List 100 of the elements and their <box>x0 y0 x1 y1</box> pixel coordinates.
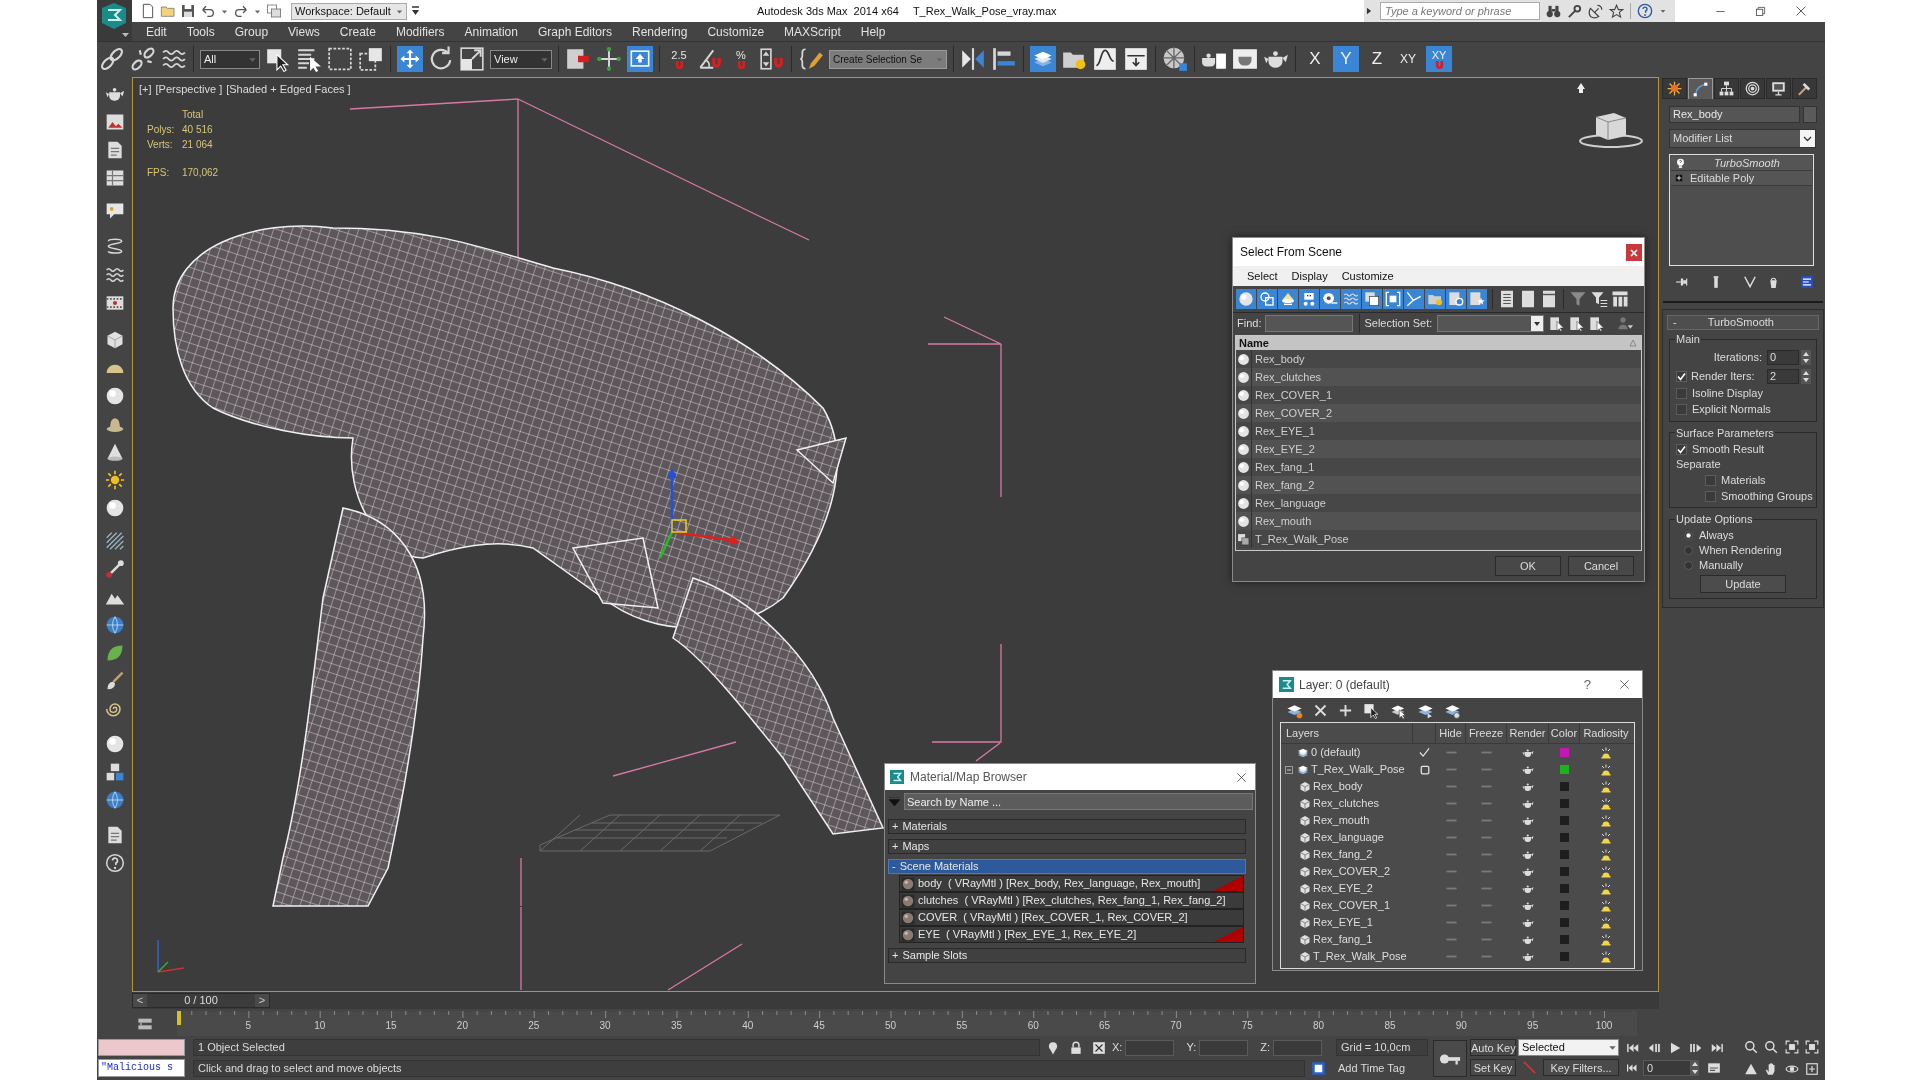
striped-sphere-icon[interactable] <box>1162 46 1188 72</box>
close-icon[interactable] <box>1794 5 1807 17</box>
mirror-icon[interactable] <box>960 46 986 72</box>
magnifier-icon[interactable] <box>1744 1040 1758 1054</box>
broken-link-icon[interactable] <box>130 46 156 72</box>
caret-icon[interactable] <box>1659 7 1667 15</box>
menu-caret-icon[interactable] <box>411 5 420 17</box>
stack-item[interactable]: TurboSmooth <box>1671 156 1812 171</box>
rollout-header[interactable]: - TurboSmooth <box>1667 315 1819 330</box>
color-swatch-icon[interactable] <box>1560 867 1569 876</box>
checkbox[interactable] <box>1676 443 1687 455</box>
overlapping-pages-icon[interactable] <box>266 3 282 19</box>
hatched-icon[interactable] <box>104 531 125 551</box>
spinner-arrows-icon[interactable] <box>1801 349 1811 365</box>
layer-row[interactable]: Rex_EYE_1 <box>1281 914 1634 931</box>
globe-icon[interactable] <box>104 615 125 635</box>
rotate-icon[interactable] <box>428 46 454 72</box>
teapot-icon[interactable] <box>1522 899 1534 912</box>
axis-constraint-button[interactable]: XY <box>1395 46 1421 72</box>
corners-icon[interactable] <box>1784 1040 1799 1054</box>
satellite-icon[interactable] <box>1588 3 1603 19</box>
spinner-arrows-icon[interactable] <box>1801 368 1811 384</box>
checkbox[interactable] <box>1705 490 1716 502</box>
link-icon[interactable] <box>99 46 125 72</box>
new-file-icon[interactable] <box>140 3 156 19</box>
browser-section-header[interactable]: + Sample Slots <box>888 948 1246 963</box>
lamp-icon[interactable] <box>1600 831 1612 844</box>
bulb-icon[interactable] <box>1675 157 1686 169</box>
crosshair-icon[interactable] <box>596 46 622 72</box>
move-icon[interactable] <box>397 46 423 72</box>
browser-section-header[interactable]: - Scene Materials <box>888 859 1246 874</box>
viewport-label[interactable]: [+] <box>139 81 152 98</box>
page-cursor-icon[interactable] <box>1589 315 1606 332</box>
pencil-bracket-icon[interactable] <box>798 46 824 72</box>
globe-icon[interactable] <box>104 790 125 810</box>
layer-row[interactable]: T_Rex_Walk_Pose <box>1281 948 1634 965</box>
layer-row[interactable]: Rex_COVER_1 <box>1281 897 1634 914</box>
toolbar-dropdown[interactable]: Create Selection Se <box>829 49 947 69</box>
marker-pin-icon[interactable] <box>1046 1040 1060 1055</box>
axis-constraint-button[interactable]: Z <box>1364 46 1390 72</box>
redo-icon[interactable] <box>233 3 249 19</box>
column-header[interactable]: Radiosity <box>1583 724 1629 742</box>
maximize-icon[interactable] <box>1804 1062 1819 1076</box>
teapot-icon[interactable] <box>1522 831 1534 844</box>
magnifier-icon[interactable] <box>1764 1040 1779 1054</box>
teapot-icon[interactable] <box>1522 916 1534 929</box>
teapot-icon[interactable] <box>1522 882 1534 895</box>
time-tag-button[interactable]: Add Time Tag <box>1338 1060 1406 1077</box>
lamp-icon[interactable] <box>1600 882 1612 895</box>
menu-item[interactable]: Edit <box>136 22 177 41</box>
plus-box-icon[interactable] <box>1675 174 1683 182</box>
lamp-icon[interactable] <box>1600 865 1612 878</box>
sun-icon[interactable] <box>104 470 125 490</box>
scale-icon[interactable] <box>459 46 485 72</box>
layer-row[interactable]: Rex_clutches <box>1281 795 1634 812</box>
help-icon[interactable] <box>104 853 125 873</box>
overlapping-squares-icon[interactable] <box>358 46 384 72</box>
layers-icon[interactable] <box>1030 46 1056 72</box>
lines-box-icon[interactable] <box>1707 1060 1721 1075</box>
waves-icon[interactable] <box>104 265 125 285</box>
checkbox[interactable] <box>1676 404 1687 415</box>
script-output-field[interactable]: "Malicious s <box>98 1059 185 1077</box>
layer-row[interactable]: Rex_fang_1 <box>1281 931 1634 948</box>
list-row[interactable]: Rex_COVER_2 <box>1236 404 1641 422</box>
menu-item[interactable]: Create <box>329 22 386 41</box>
square-icon[interactable] <box>1419 764 1430 775</box>
cursor-box-icon[interactable] <box>265 46 291 72</box>
lamp-icon[interactable] <box>1600 746 1612 759</box>
column-header[interactable]: Name <box>1239 334 1269 352</box>
frame-ruler[interactable]: 5 10 15 20 25 30 35 40 45 50 55 60 65 70 75 80 85 90 95 100 <box>177 1011 1637 1036</box>
star-document-icon[interactable] <box>1467 289 1487 309</box>
teapot-icon[interactable] <box>1522 797 1534 810</box>
viewport-label[interactable]: [Perspective ] <box>155 81 223 98</box>
list-cursor-icon[interactable] <box>296 46 322 72</box>
page-cursor-icon[interactable] <box>1569 315 1586 332</box>
color-swatch-icon[interactable] <box>1560 884 1569 893</box>
search-field[interactable]: Search by Name ... <box>904 793 1253 810</box>
bone-icon[interactable] <box>104 559 125 579</box>
page-header-icon[interactable] <box>1540 290 1558 308</box>
key-mode-dropdown[interactable]: Selected <box>1518 1039 1619 1056</box>
workspace-dropdown[interactable]: Workspace: Default <box>291 2 407 20</box>
box-icon[interactable] <box>104 330 125 350</box>
layer-row[interactable]: 0 (default) <box>1281 744 1634 761</box>
time-marker[interactable] <box>177 1011 181 1025</box>
lamp-icon[interactable] <box>1600 899 1612 912</box>
number-field[interactable]: 0 <box>1767 349 1799 365</box>
panel-tab[interactable] <box>1688 78 1713 99</box>
speech-bubble-icon[interactable] <box>104 201 125 221</box>
teapot-icon[interactable] <box>1522 746 1534 759</box>
corners-icon[interactable] <box>1804 1040 1819 1054</box>
menu-item[interactable]: MAXScript <box>774 22 851 41</box>
time-slider-thumb[interactable]: < 0 / 100 > <box>132 993 270 1008</box>
delete-icon[interactable] <box>1313 702 1328 718</box>
next-frame-button[interactable]: > <box>255 992 269 1009</box>
teapot-icon[interactable] <box>1522 763 1534 776</box>
checkbox[interactable] <box>1705 474 1716 486</box>
script-input-field[interactable] <box>98 1039 185 1056</box>
menu-item[interactable]: Help <box>850 22 896 41</box>
save-icon[interactable] <box>180 3 196 19</box>
list-row[interactable]: Rex_clutches <box>1236 368 1641 386</box>
